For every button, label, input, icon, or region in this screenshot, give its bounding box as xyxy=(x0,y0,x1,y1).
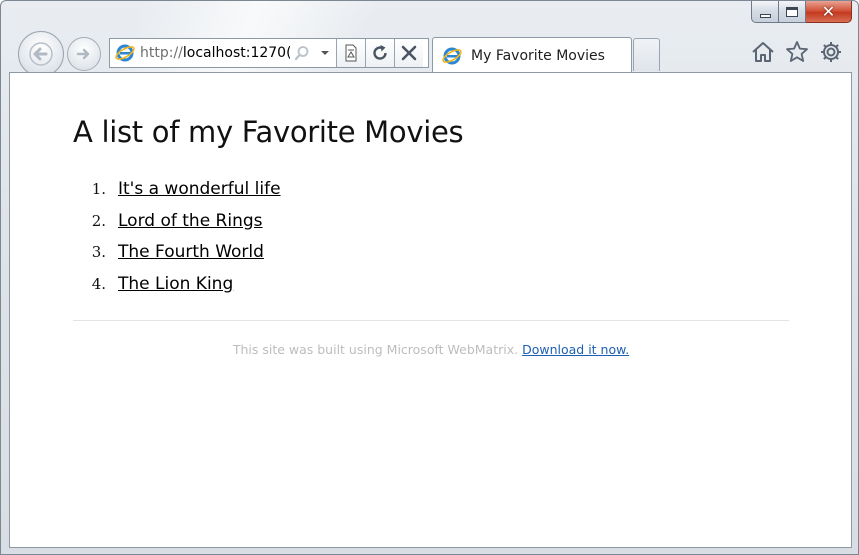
movie-link[interactable]: The Lion King xyxy=(118,274,233,294)
home-button[interactable] xyxy=(750,39,776,65)
minimize-icon xyxy=(759,13,771,18)
gear-icon xyxy=(821,42,841,62)
ie-logo-icon xyxy=(442,47,462,64)
browser-window: ✕ http://localhost:1270(My Favorite Mov… xyxy=(0,0,859,555)
search-icon xyxy=(294,46,309,61)
url-host: localhost:1270( xyxy=(182,45,290,61)
tools-button[interactable] xyxy=(818,39,844,65)
list-item: 1. It's a wonderful life xyxy=(73,173,281,205)
list-item: 4. The Lion King xyxy=(73,268,281,300)
refresh-button[interactable] xyxy=(365,39,394,67)
ie-page-icon xyxy=(110,39,140,67)
home-icon xyxy=(752,42,774,62)
movie-list: 1. It's a wonderful life 2. Lord of the … xyxy=(73,173,281,300)
stop-icon xyxy=(401,45,417,61)
footer: This site was built using Microsoft WebM… xyxy=(73,342,789,357)
maximize-icon xyxy=(786,6,798,17)
favorites-button[interactable] xyxy=(784,39,810,65)
movie-link[interactable]: It's a wonderful life xyxy=(118,179,281,199)
back-button[interactable] xyxy=(18,31,64,77)
footer-divider xyxy=(73,320,789,321)
list-number: 2. xyxy=(91,211,106,230)
tab-my-favorite-movies[interactable]: My Favorite Movies xyxy=(432,37,632,73)
dropdown-icon xyxy=(321,51,329,55)
ie-logo-icon xyxy=(115,44,135,62)
address-dropdown-button[interactable] xyxy=(314,39,336,67)
stop-button[interactable] xyxy=(394,39,423,67)
caption-buttons: ✕ xyxy=(751,1,852,25)
movie-link[interactable]: Lord of the Rings xyxy=(118,211,263,231)
refresh-icon xyxy=(373,45,387,60)
list-number: 4. xyxy=(91,274,106,293)
minimize-button[interactable] xyxy=(751,1,779,23)
address-bar[interactable]: http://localhost:1270( xyxy=(109,38,429,68)
close-icon: ✕ xyxy=(821,1,836,21)
close-window-button[interactable]: ✕ xyxy=(806,1,852,23)
browser-toolbar xyxy=(750,39,844,65)
maximize-button[interactable] xyxy=(779,1,806,23)
url-scheme: http:// xyxy=(140,45,183,61)
compat-view-icon xyxy=(345,44,357,62)
tab-title: My Favorite Movies xyxy=(471,47,605,64)
new-tab-button[interactable] xyxy=(633,38,660,71)
forward-button[interactable] xyxy=(67,37,101,71)
list-number: 1. xyxy=(91,179,106,198)
address-url[interactable]: http://localhost:1270( xyxy=(140,39,290,67)
list-item: 3. The Fourth World xyxy=(73,236,281,268)
back-arrow-icon xyxy=(29,42,53,66)
compatibility-view-button[interactable] xyxy=(336,39,365,67)
movie-link[interactable]: The Fourth World xyxy=(118,242,264,262)
page-content: A list of my Favorite Movies 1. It's a w… xyxy=(9,72,852,548)
address-search-button[interactable] xyxy=(290,39,314,67)
download-link[interactable]: Download it now. xyxy=(522,342,629,357)
favorites-star-icon xyxy=(786,41,808,62)
footer-text: This site was built using Microsoft WebM… xyxy=(232,342,519,357)
page-title: A list of my Favorite Movies xyxy=(73,115,464,149)
list-number: 3. xyxy=(91,243,106,262)
list-item: 2. Lord of the Rings xyxy=(73,205,281,237)
forward-arrow-icon xyxy=(76,48,90,60)
